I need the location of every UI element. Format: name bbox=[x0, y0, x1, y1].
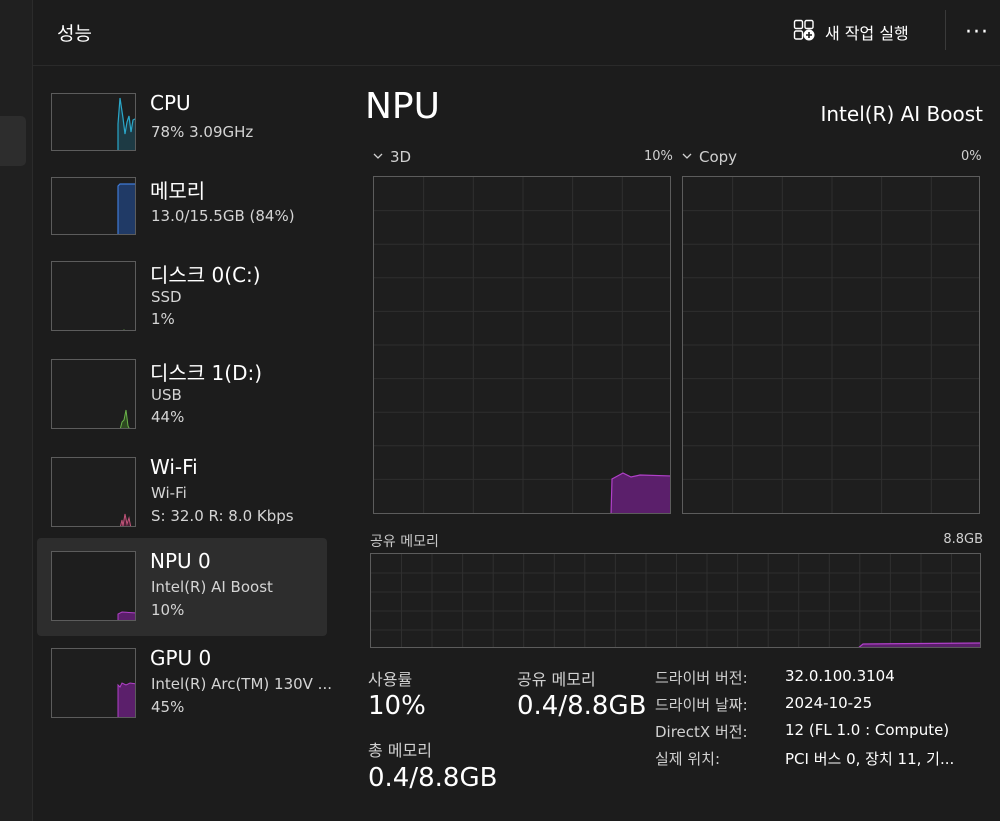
device-type: Wi-Fi bbox=[151, 484, 187, 502]
sidebar-item-gpu-0[interactable]: GPU 0 Intel(R) Arc(TM) 130V ... 45% bbox=[37, 635, 332, 733]
device-name: 디스크 0(C:) bbox=[150, 263, 261, 287]
shared-memory-label: 공유 메모리 bbox=[517, 670, 596, 689]
graph-copy-selector[interactable]: Copy bbox=[681, 148, 737, 166]
physical-location-value: PCI 버스 0, 장치 11, 기... bbox=[785, 750, 955, 768]
device-name: GPU 0 bbox=[150, 646, 212, 670]
device-model: Intel(R) AI Boost bbox=[820, 102, 983, 126]
device-name: NPU 0 bbox=[150, 549, 211, 573]
chevron-down-icon bbox=[372, 148, 384, 166]
shared-memory-value: 0.4/8.8GB bbox=[517, 691, 647, 721]
device-type: SSD bbox=[151, 288, 182, 306]
shared-memory-total: 8.8GB bbox=[943, 532, 983, 547]
graph-3d bbox=[373, 176, 671, 514]
more-options-button[interactable]: ··· bbox=[961, 18, 993, 46]
driver-date-value: 2024-10-25 bbox=[785, 694, 873, 712]
device-name: Wi-Fi bbox=[150, 455, 198, 479]
device-detail: 13.0/15.5GB (84%) bbox=[151, 207, 295, 225]
disk-0-mini-graph bbox=[51, 261, 136, 331]
device-type: Intel(R) AI Boost bbox=[151, 578, 273, 596]
physical-location-label: 실제 위치: bbox=[655, 750, 721, 768]
directx-version-label: DirectX 버전: bbox=[655, 723, 748, 741]
cpu-mini-graph bbox=[51, 93, 136, 151]
sidebar-item-npu-0[interactable]: NPU 0 Intel(R) AI Boost 10% bbox=[37, 538, 327, 636]
device-type: Intel(R) Arc(TM) 130V ... bbox=[151, 675, 332, 693]
device-name: 메모리 bbox=[150, 179, 206, 203]
device-name: 디스크 1(D:) bbox=[150, 361, 263, 385]
page-title: 성능 bbox=[57, 23, 92, 45]
shared-memory-graph-label: 공유 메모리 bbox=[370, 534, 439, 550]
graph-3d-percent: 10% bbox=[644, 149, 673, 164]
driver-version-label: 드라이버 버전: bbox=[655, 669, 748, 687]
gpu-mini-graph bbox=[51, 648, 136, 718]
task-manager-window: 성능 새 작업 실행 ··· CPU 78% 3.09GHz 메모리 13.0/… bbox=[32, 0, 1000, 821]
nav-selection-indicator[interactable] bbox=[0, 116, 26, 166]
device-type: USB bbox=[151, 386, 182, 404]
device-title: NPU bbox=[365, 86, 440, 127]
sidebar-item-disk-0[interactable]: 디스크 0(C:) SSD 1% bbox=[37, 248, 327, 346]
graph-copy-label: Copy bbox=[699, 148, 738, 166]
header-divider bbox=[945, 10, 946, 50]
more-icon: ··· bbox=[965, 19, 989, 45]
npu-detail-panel: NPU Intel(R) AI Boost 3D 10% Copy 0% 공유 … bbox=[363, 66, 993, 821]
memory-mini-graph bbox=[51, 177, 136, 235]
usage-value: 10% bbox=[368, 691, 426, 721]
sidebar-item-wifi[interactable]: Wi-Fi Wi-Fi S: 32.0 R: 8.0 Kbps bbox=[37, 444, 327, 542]
device-name: CPU bbox=[150, 91, 191, 115]
device-detail: 45% bbox=[151, 698, 185, 716]
graph-3d-label: 3D bbox=[390, 148, 412, 166]
chevron-down-icon bbox=[681, 148, 693, 166]
wifi-mini-graph bbox=[51, 457, 136, 527]
sidebar-item-disk-1[interactable]: 디스크 1(D:) USB 44% bbox=[37, 346, 327, 444]
graph-3d-selector[interactable]: 3D bbox=[372, 148, 411, 166]
driver-version-value: 32.0.100.3104 bbox=[785, 667, 895, 685]
device-detail: 44% bbox=[151, 408, 185, 426]
device-detail: 1% bbox=[151, 310, 175, 328]
new-task-label: 새 작업 실행 bbox=[825, 24, 909, 43]
graph-copy bbox=[682, 176, 980, 514]
header-bar: 성능 새 작업 실행 ··· bbox=[33, 0, 1000, 66]
left-rail bbox=[0, 0, 32, 821]
device-detail: 10% bbox=[151, 601, 185, 619]
new-task-button[interactable]: 새 작업 실행 bbox=[793, 16, 909, 48]
device-detail: S: 32.0 R: 8.0 Kbps bbox=[151, 507, 294, 525]
graph-copy-percent: 0% bbox=[961, 149, 982, 164]
total-memory-value: 0.4/8.8GB bbox=[368, 763, 498, 793]
disk-1-mini-graph bbox=[51, 359, 136, 429]
total-memory-label: 총 메모리 bbox=[368, 741, 432, 760]
device-detail: 78% 3.09GHz bbox=[151, 123, 254, 141]
directx-version-value: 12 (FL 1.0 : Compute) bbox=[785, 721, 950, 739]
new-task-icon bbox=[793, 19, 815, 45]
driver-date-label: 드라이버 날짜: bbox=[655, 696, 748, 714]
device-sidebar: CPU 78% 3.09GHz 메모리 13.0/15.5GB (84%) 디스… bbox=[33, 66, 332, 821]
shared-memory-graph bbox=[370, 553, 981, 648]
usage-label: 사용률 bbox=[368, 670, 413, 689]
npu-mini-graph bbox=[51, 551, 136, 621]
